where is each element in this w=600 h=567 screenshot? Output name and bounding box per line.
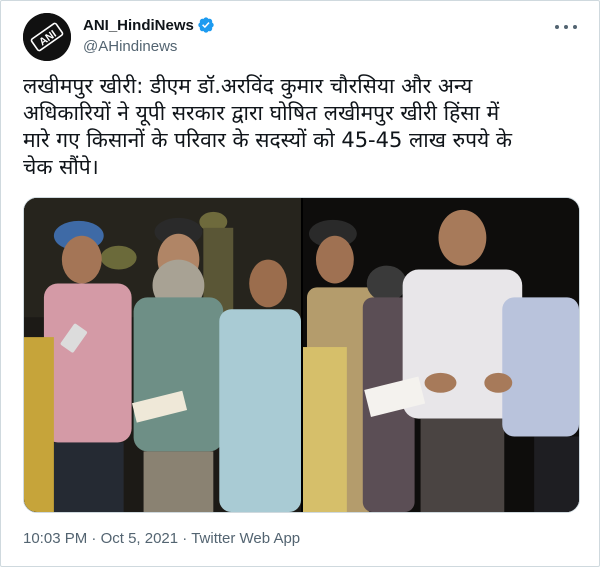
photo-cheque-handover-left (24, 198, 301, 512)
media-grid (23, 197, 580, 513)
photo-left[interactable] (24, 198, 301, 512)
meta-separator: · (87, 530, 101, 547)
author-block: ANI_HindiNews @AHindinews (83, 15, 215, 55)
more-options-icon[interactable] (555, 17, 577, 37)
tweet-time[interactable]: 10:03 PM (23, 530, 87, 547)
avatar[interactable]: ANI (23, 13, 71, 61)
tweet-date[interactable]: Oct 5, 2021 (101, 530, 179, 547)
tweet-text-line: मारे गए किसानों के परिवार के सदस्यों को … (23, 128, 513, 152)
display-name[interactable]: ANI_HindiNews (83, 17, 194, 34)
tweet-text-line: चेक सौंपे। (23, 155, 99, 179)
tweet-text-line: लखीमपुर खीरी: डीएम डॉ.अरविंद कुमार चौरसि… (23, 74, 473, 98)
tweet-text-line: अधिकारियों ने यूपी सरकार द्वारा घोषित लख… (23, 101, 500, 125)
verified-badge-icon (198, 17, 214, 33)
meta-separator: · (178, 530, 192, 547)
photo-cheque-handover-right (303, 198, 579, 512)
user-handle[interactable]: @AHindinews (83, 38, 215, 55)
tweet-meta: 10:03 PM · Oct 5, 2021 · Twitter Web App (23, 530, 300, 547)
photo-right[interactable] (303, 198, 579, 512)
tweet-card[interactable]: ANI ANI_HindiNews @AHindinews लखीमपुर खी… (0, 0, 600, 567)
tweet-text: लखीमपुर खीरी: डीएम डॉ.अरविंद कुमार चौरसि… (23, 73, 583, 181)
tweet-source[interactable]: Twitter Web App (191, 530, 300, 547)
ani-logo-icon: ANI (23, 13, 71, 61)
